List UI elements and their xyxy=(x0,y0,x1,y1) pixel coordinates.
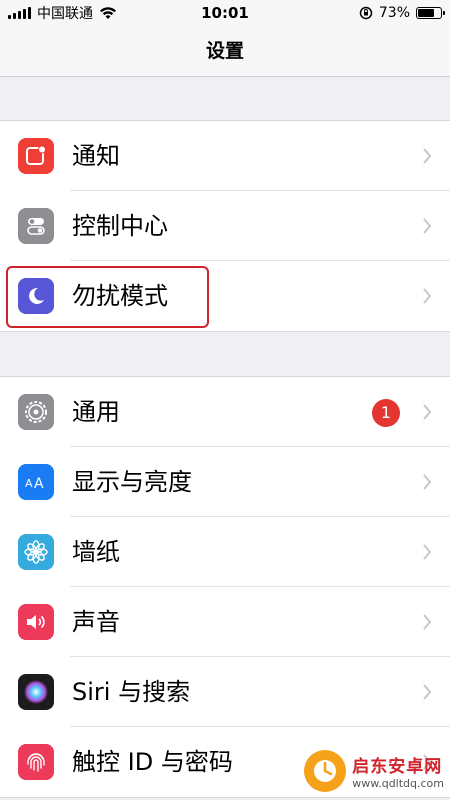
nav-bar: 设置 xyxy=(0,26,450,77)
settings-row-label: 控制中心 xyxy=(72,212,168,240)
svg-text:A: A xyxy=(25,477,33,490)
settings-row-wallpaper[interactable]: 墙纸 xyxy=(0,517,450,587)
settings-row-label: 通知 xyxy=(72,142,120,170)
settings-row-label: 通用 xyxy=(72,398,120,426)
settings-row-siri-search[interactable]: Siri 与搜索 xyxy=(0,657,450,727)
chevron-right-icon xyxy=(423,404,432,420)
watermark-title: 启东安卓网 xyxy=(352,757,443,777)
settings-row-label: 声音 xyxy=(72,608,120,636)
settings-row-label: 显示与亮度 xyxy=(72,468,192,496)
notification-badge: 1 xyxy=(372,399,400,427)
settings-row-label: 墙纸 xyxy=(72,538,120,566)
siri-icon xyxy=(18,674,54,710)
chevron-right-icon xyxy=(423,148,432,164)
display-brightness-icon: A A xyxy=(18,464,54,500)
orientation-lock-icon xyxy=(359,6,373,20)
battery-fill xyxy=(418,9,434,17)
svg-text:A: A xyxy=(34,476,44,492)
settings-row-label: 勿扰模式 xyxy=(72,282,168,310)
wallpaper-flower-icon xyxy=(18,534,54,570)
battery-icon xyxy=(416,7,445,19)
notifications-icon xyxy=(18,138,54,174)
settings-row-label: 触控 ID 与密码 xyxy=(72,748,233,776)
watermark: 启东安卓网 www.qdltdq.com xyxy=(304,750,444,792)
watermark-logo-icon xyxy=(304,750,347,792)
chevron-right-icon xyxy=(423,684,432,700)
settings-row-general[interactable]: 通用 1 xyxy=(0,377,450,447)
settings-group-2: 通用 1 A A 显示与亮度 墙纸 声音 Siri 与搜索 触控 ID 与密码 xyxy=(0,376,450,798)
speaker-icon xyxy=(18,604,54,640)
watermark-url: www.qdltdq.com xyxy=(352,777,444,790)
settings-row-control-center[interactable]: 控制中心 xyxy=(0,191,450,261)
settings-row-do-not-disturb[interactable]: 勿扰模式 xyxy=(0,261,450,331)
settings-row-display-brightness[interactable]: A A 显示与亮度 xyxy=(0,447,450,517)
control-center-icon xyxy=(18,208,54,244)
page-title: 设置 xyxy=(205,40,244,62)
battery-percent: 73% xyxy=(378,5,410,21)
status-right: 73% xyxy=(359,0,445,26)
settings-row-sounds[interactable]: 声音 xyxy=(0,587,450,657)
settings-group-1: 通知 控制中心 勿扰模式 xyxy=(0,120,450,332)
chevron-right-icon xyxy=(423,218,432,234)
fingerprint-icon xyxy=(18,744,54,780)
chevron-right-icon xyxy=(423,544,432,560)
chevron-right-icon xyxy=(423,614,432,630)
settings-row-notifications[interactable]: 通知 xyxy=(0,121,450,191)
chevron-right-icon xyxy=(423,474,432,490)
moon-icon xyxy=(18,278,54,314)
settings-row-label: Siri 与搜索 xyxy=(72,678,191,706)
gear-icon xyxy=(18,394,54,430)
status-bar: 中国联通 10:01 73% xyxy=(0,0,450,26)
chevron-right-icon xyxy=(423,288,432,304)
